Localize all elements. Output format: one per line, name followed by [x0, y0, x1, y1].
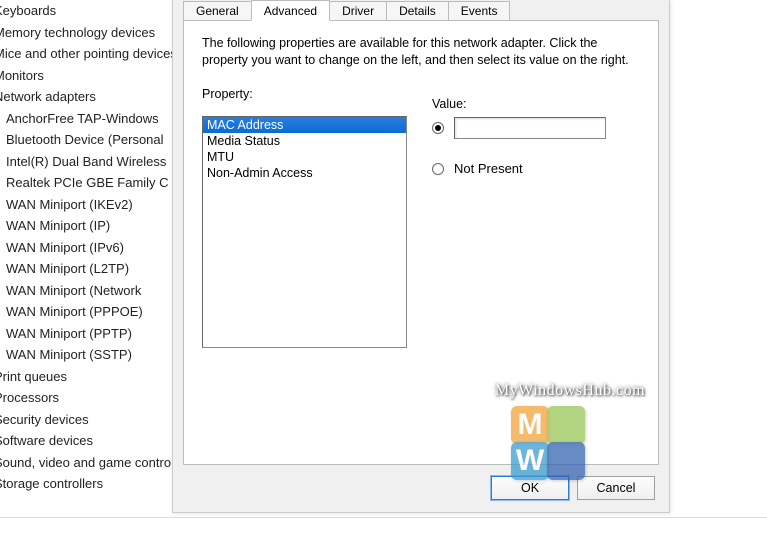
property-item-mac-address[interactable]: MAC Address [203, 117, 406, 133]
not-present-label: Not Present [454, 161, 523, 176]
properties-dialog: General Advanced Driver Details Events T… [172, 0, 670, 513]
tabstrip: General Advanced Driver Details Events [173, 0, 669, 20]
advanced-description: The following properties are available f… [202, 35, 640, 69]
property-item-media-status[interactable]: Media Status [203, 133, 406, 149]
bottom-divider [0, 517, 767, 518]
ok-button[interactable]: OK [491, 476, 569, 500]
property-item-mtu[interactable]: MTU [203, 149, 406, 165]
tab-general[interactable]: General [183, 1, 252, 20]
tab-details[interactable]: Details [386, 1, 449, 20]
tab-driver[interactable]: Driver [329, 1, 387, 20]
tab-content-advanced: The following properties are available f… [183, 20, 659, 465]
cancel-button[interactable]: Cancel [577, 476, 655, 500]
tab-events[interactable]: Events [448, 1, 511, 20]
radio-value[interactable] [432, 122, 444, 134]
tab-advanced[interactable]: Advanced [251, 0, 330, 21]
value-label: Value: [432, 97, 642, 111]
property-listbox[interactable]: MAC Address Media Status MTU Non-Admin A… [202, 116, 407, 348]
dialog-buttons: OK Cancel [491, 476, 655, 500]
value-section: Value: Not Present [432, 97, 642, 198]
value-input[interactable] [454, 117, 606, 139]
property-item-non-admin-access[interactable]: Non-Admin Access [203, 165, 406, 181]
radio-not-present[interactable] [432, 163, 444, 175]
